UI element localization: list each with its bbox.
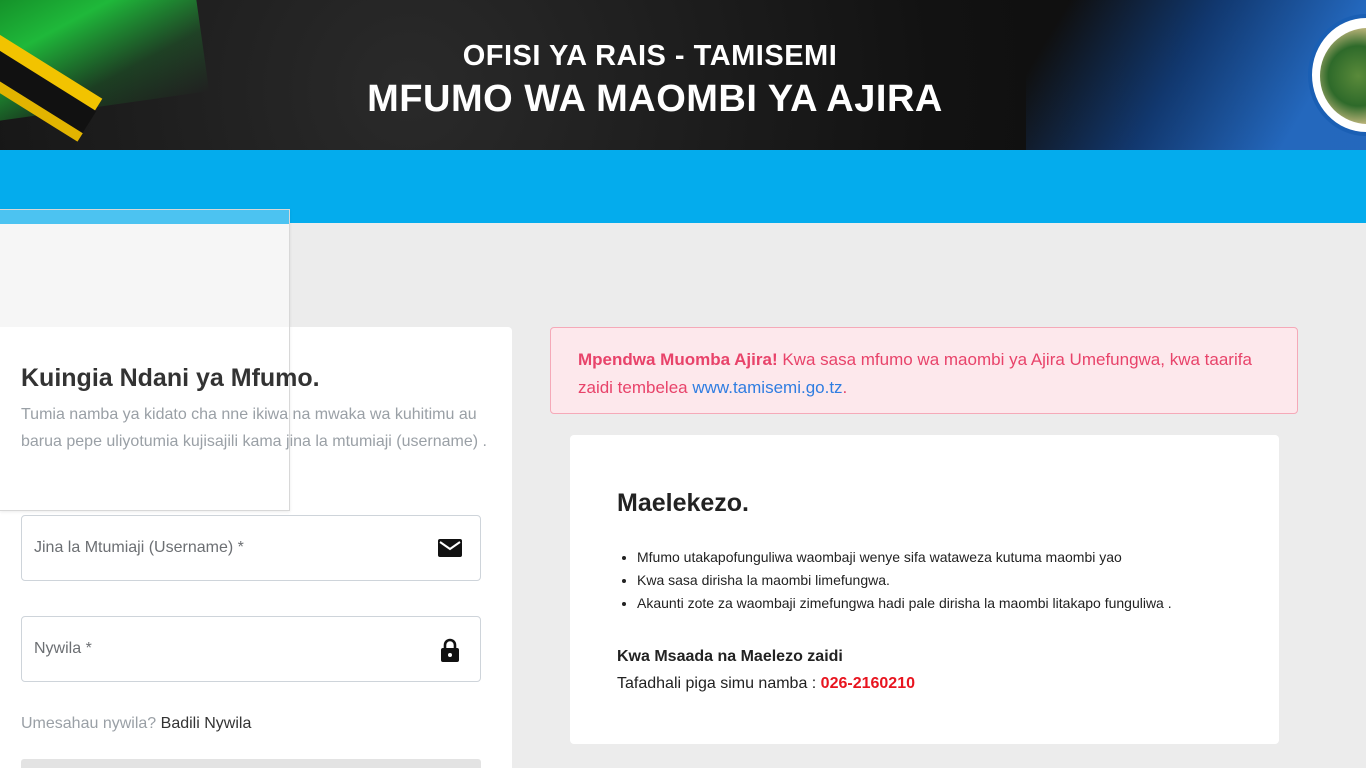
- instructions-card: Maelekezo. Mfumo utakapofunguliwa waomba…: [570, 435, 1279, 744]
- header-banner: OFISI YA RAIS - TAMISEMI MFUMO WA MAOMBI…: [0, 0, 1366, 150]
- alert-end: .: [842, 378, 848, 397]
- closed-alert: Mpendwa Muomba Ajira! Kwa sasa mfumo wa …: [550, 327, 1298, 414]
- list-item: Akaunti zote za waombaji zimefungwa hadi…: [637, 592, 1172, 615]
- overlay-panel-strip: [0, 210, 289, 224]
- lock-icon: [441, 638, 459, 662]
- login-description: Tumia namba ya kidato cha nne ikiwa na m…: [21, 406, 487, 450]
- help-text: Tafadhali piga simu namba :: [617, 675, 821, 692]
- instructions-title: Maelekezo.: [617, 489, 750, 517]
- forgot-password-text: Umesahau nywila?: [21, 715, 157, 732]
- login-title: Kuingia Ndani ya Mfumo.: [21, 364, 320, 392]
- help-line: Tafadhali piga simu namba : 026-2160210: [617, 675, 915, 693]
- list-item: Mfumo utakapofunguliwa waombaji wenye si…: [637, 546, 1172, 569]
- username-input[interactable]: [34, 516, 414, 580]
- password-field[interactable]: [21, 616, 481, 682]
- login-overlay-panel: [0, 209, 290, 511]
- list-item: Kwa sasa dirisha la maombi limefungwa.: [637, 569, 1172, 592]
- help-title: Kwa Msaada na Maelezo zaidi: [617, 648, 843, 665]
- header-subtitle: OFISI YA RAIS - TAMISEMI: [462, 40, 838, 72]
- login-button[interactable]: [21, 759, 481, 768]
- header-title: MFUMO WA MAOMBI YA AJIRA: [367, 78, 943, 120]
- password-input[interactable]: [34, 617, 414, 681]
- phone-number[interactable]: 026-2160210: [821, 675, 915, 692]
- forgot-password: Umesahau nywila? Badili Nywila: [21, 715, 251, 733]
- coat-of-arms-emblem: [1320, 28, 1366, 124]
- alert-greeting: Mpendwa Muomba Ajira!: [578, 350, 778, 369]
- change-password-link[interactable]: Badili Nywila: [161, 715, 252, 732]
- tamisemi-link[interactable]: www.tamisemi.go.tz: [692, 378, 842, 397]
- username-field[interactable]: [21, 515, 481, 581]
- instructions-list: Mfumo utakapofunguliwa waombaji wenye si…: [637, 546, 1172, 615]
- mail-icon: [438, 539, 462, 557]
